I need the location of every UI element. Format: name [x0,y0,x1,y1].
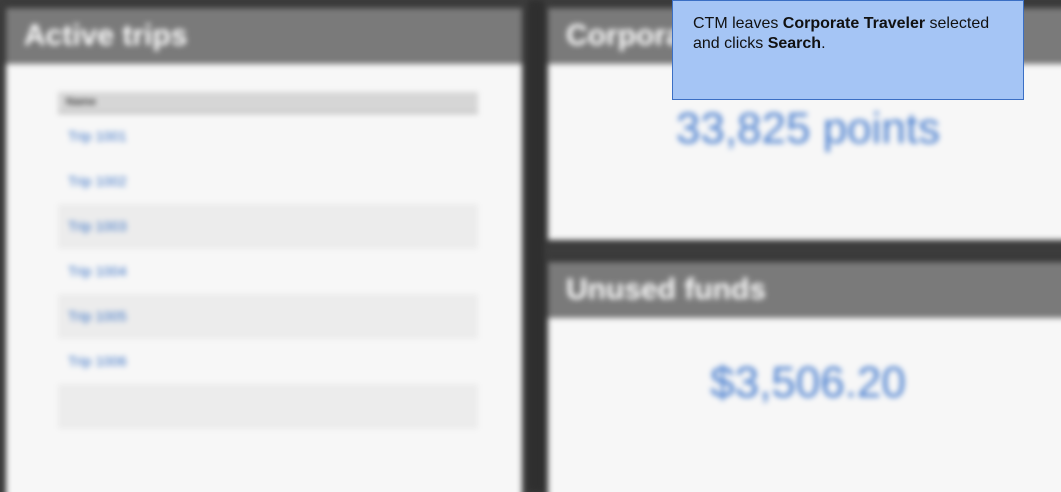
unused-funds-value: $3,506.20 [710,358,906,407]
screen: Active trips Name Trip 1001 Trip 1002 Tr… [0,0,1061,492]
active-trips-panel: Active trips Name Trip 1001 Trip 1002 Tr… [6,8,522,492]
callout-text-1: CTM leaves [693,15,783,32]
table-row[interactable]: Trip 1006 [58,339,478,384]
table-row [58,384,478,429]
trips-table: Name Trip 1001 Trip 1002 Trip 1003 Trip … [58,92,478,429]
callout-bold-corporate-traveler: Corporate Traveler [782,15,926,32]
instruction-callout: CTM leaves Corporate Traveler selected a… [672,0,1024,100]
table-row[interactable]: Trip 1004 [58,249,478,294]
callout-bold-search: Search [767,35,822,52]
table-row[interactable]: Trip 1005 [58,294,478,339]
corporate-points-value: 33,825 points [675,104,941,153]
unused-funds-panel: Unused funds $3,506.20 [548,262,1061,492]
trips-table-header: Name [58,92,478,114]
table-row[interactable]: Trip 1002 [58,159,478,204]
unused-funds-title: Unused funds [548,262,1061,318]
callout-text-3: . [821,35,826,52]
active-trips-title: Active trips [6,8,522,64]
table-row[interactable]: Trip 1001 [58,114,478,159]
table-row[interactable]: Trip 1003 [58,204,478,249]
panel-divider [528,0,544,492]
